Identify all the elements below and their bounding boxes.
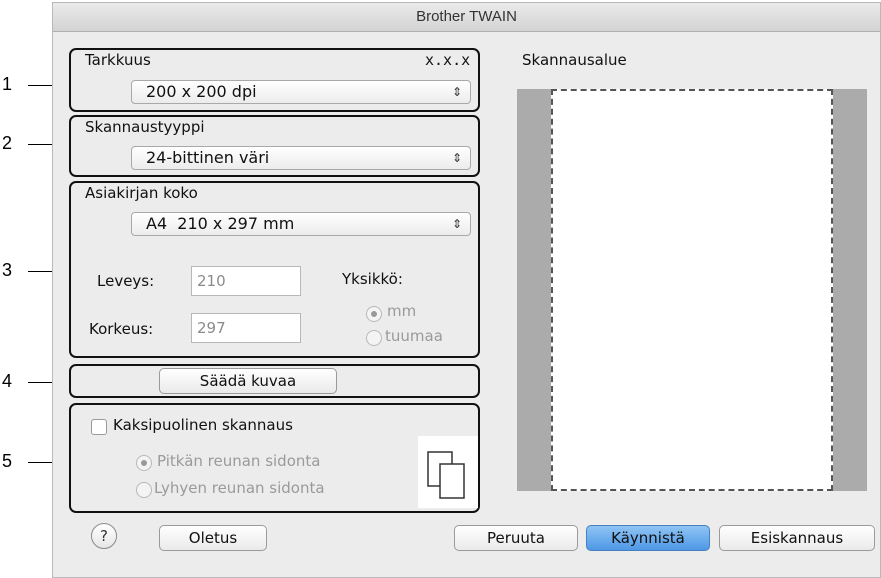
up-down-arrows-icon: ⇕ xyxy=(451,85,462,99)
callout-number: 3 xyxy=(2,260,13,280)
version-label: x.x.x xyxy=(425,51,471,69)
duplex-label: Kaksipuolinen skannaus xyxy=(113,416,293,434)
document-size-select[interactable]: A4 210 x 297 mm ⇕ xyxy=(131,212,471,236)
duplex-checkbox[interactable] xyxy=(91,419,107,435)
short-edge-label: Lyhyen reunan sidonta xyxy=(154,479,325,497)
long-edge-radio[interactable] xyxy=(136,455,152,471)
callout-number: 2 xyxy=(2,133,13,153)
duplex-pages-icon xyxy=(418,436,478,508)
callout-number: 4 xyxy=(2,371,13,391)
unit-inch-label: tuumaa xyxy=(385,327,443,345)
up-down-arrows-icon: ⇕ xyxy=(451,217,462,231)
document-size-value: A4 210 x 297 mm xyxy=(146,214,295,233)
default-button[interactable]: Oletus xyxy=(159,525,267,551)
start-button[interactable]: Käynnistä xyxy=(586,525,710,551)
document-size-label: Asiakirjan koko xyxy=(85,184,198,202)
window-title: Brother TWAIN xyxy=(53,3,880,32)
height-field[interactable]: 297 xyxy=(191,313,301,343)
up-down-arrows-icon: ⇕ xyxy=(451,151,462,165)
unit-inch-radio[interactable] xyxy=(366,330,382,346)
resolution-value: 200 x 200 dpi xyxy=(146,82,257,101)
scan-area-page[interactable] xyxy=(551,89,833,491)
scan-type-label: Skannaustyyppi xyxy=(85,118,205,136)
scan-type-select[interactable]: 24-bittinen väri ⇕ xyxy=(131,146,471,170)
cancel-button[interactable]: Peruuta xyxy=(454,525,578,551)
callout-number: 5 xyxy=(2,451,13,471)
short-edge-radio[interactable] xyxy=(136,482,152,498)
callout-number: 1 xyxy=(2,74,13,94)
unit-mm-label: mm xyxy=(387,302,417,320)
resolution-select[interactable]: 200 x 200 dpi ⇕ xyxy=(131,80,471,104)
width-field[interactable]: 210 xyxy=(191,266,301,296)
scan-type-value: 24-bittinen väri xyxy=(146,148,270,167)
help-button[interactable]: ? xyxy=(91,523,117,549)
prescan-button[interactable]: Esiskannaus xyxy=(719,525,875,551)
unit-mm-radio[interactable] xyxy=(366,306,382,322)
long-edge-label: Pitkän reunan sidonta xyxy=(157,452,321,470)
adjust-image-button[interactable]: Säädä kuvaa xyxy=(159,368,337,394)
resolution-label: Tarkkuus xyxy=(85,51,151,69)
height-label: Korkeus: xyxy=(89,320,154,338)
scan-area-label: Skannausalue xyxy=(522,51,627,69)
width-label: Leveys: xyxy=(97,272,155,290)
unit-label: Yksikkö: xyxy=(342,270,403,288)
